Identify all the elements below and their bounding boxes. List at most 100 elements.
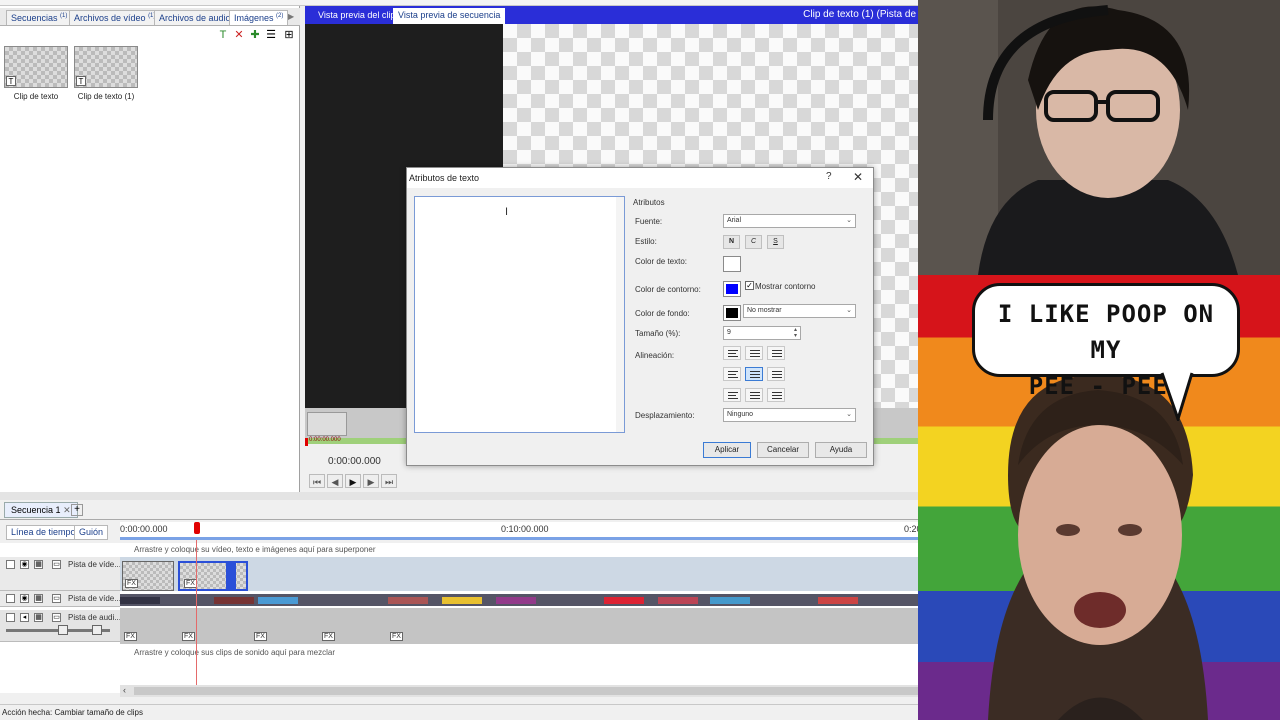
preview-tabs: Vista previa del clip Vista previa de se… (305, 6, 918, 24)
speaker-icon[interactable]: ◂ (20, 613, 29, 622)
tab-clip-preview[interactable]: Vista previa del clip (313, 8, 400, 24)
video-clip-strip[interactable] (388, 597, 428, 604)
track-effects-icon[interactable]: ▦ (34, 613, 43, 622)
close-tab-icon[interactable]: ✕ (63, 505, 71, 515)
list-view-icon[interactable]: ☰ (264, 28, 278, 42)
video-clip-strip[interactable] (496, 597, 536, 604)
underline-button[interactable]: S (767, 235, 784, 249)
tab-sequences[interactable]: Secuencias (1) (6, 10, 73, 25)
add-text-icon[interactable]: T (216, 28, 230, 42)
tab-sequence-preview[interactable]: Vista previa de secuencia (393, 8, 506, 24)
font-label: Fuente: (635, 217, 663, 226)
align-middle-left-button[interactable] (723, 367, 741, 381)
thumbnail-view-icon[interactable]: ⊞ (282, 28, 296, 42)
timeline-playhead[interactable] (194, 522, 200, 534)
scroll-select[interactable]: Ninguno ⌄ (723, 408, 856, 422)
help-icon[interactable]: ? (826, 171, 832, 182)
add-sequence-icon[interactable]: + (71, 504, 83, 516)
fx-badge[interactable]: FX (182, 632, 195, 641)
align-bottom-center-button[interactable] (745, 388, 763, 402)
video-clip-strip[interactable] (818, 597, 858, 604)
track-lock-icon[interactable]: ▭ (52, 560, 61, 569)
video-clip-strip[interactable] (442, 597, 482, 604)
video-clip-strip[interactable] (658, 597, 698, 604)
apply-button[interactable]: Aplicar (703, 442, 751, 458)
delete-icon[interactable]: ✕ (232, 28, 246, 42)
tab-sequence-1[interactable]: Secuencia 1 ✕ (4, 502, 78, 518)
tab-storyboard[interactable]: Guión (74, 525, 109, 540)
tab-images[interactable]: Imágenes (2) (229, 10, 289, 25)
timeline-ruler[interactable]: 0:00:00.000 0:10:00.000 0:20 (120, 522, 918, 540)
fx-badge[interactable]: FX (322, 632, 335, 641)
media-thumbnail[interactable]: T (74, 46, 138, 88)
bold-button[interactable]: N (723, 235, 740, 249)
track-lock-icon[interactable]: ▭ (52, 613, 61, 622)
scroll-left-icon[interactable]: ‹ (123, 685, 126, 695)
align-bottom-left-button[interactable] (723, 388, 741, 402)
text-clip[interactable]: FX (122, 561, 174, 591)
track-lock-icon[interactable]: ▭ (52, 594, 61, 603)
play-button[interactable]: ▶ (345, 474, 361, 488)
stepper-arrows-icon[interactable]: ▴ ▾ (794, 327, 797, 339)
video-clip-strip[interactable] (710, 597, 750, 604)
bg-color-label: Color de fondo: (635, 309, 690, 318)
cancel-button[interactable]: Cancelar (757, 442, 809, 458)
fx-badge[interactable]: FX (125, 579, 138, 588)
fx-badge[interactable]: FX (390, 632, 403, 641)
video-clip-strip[interactable] (258, 597, 298, 604)
sequence-tabs: Secuencia 1 ✕ + (0, 500, 918, 520)
media-thumbnail[interactable]: T (4, 46, 68, 88)
timeline-scrollbar-thumb[interactable] (134, 687, 918, 695)
video-clip-strip[interactable] (604, 597, 644, 604)
eye-icon[interactable]: ◉ (20, 560, 29, 569)
video-clip-strip[interactable] (120, 597, 160, 604)
text-input-area[interactable] (414, 196, 625, 433)
clip-trim-handle[interactable] (226, 563, 236, 589)
align-top-left-button[interactable] (723, 346, 741, 360)
track-header-video-1: ◉ ▦ ▭ Pista de víde... (0, 557, 121, 591)
track-effects-icon[interactable]: ▦ (34, 560, 43, 569)
fx-badge[interactable]: FX (254, 632, 267, 641)
tab-video-files[interactable]: Archivos de vídeo (1) (69, 10, 161, 25)
size-stepper[interactable]: 9 ▴ ▾ (723, 326, 801, 340)
align-top-center-button[interactable] (745, 346, 763, 360)
step-back-button[interactable]: ◀ (327, 474, 343, 488)
track-effects-icon[interactable]: ▦ (34, 594, 43, 603)
tab-timeline[interactable]: Línea de tiempo (6, 525, 81, 540)
bin-toolbar: T ✕ ✚ ☰ ⊞ (210, 28, 300, 44)
pan-slider-handle[interactable] (92, 625, 102, 635)
bg-color-swatch[interactable] (723, 305, 741, 321)
step-forward-button[interactable]: ▶ (363, 474, 379, 488)
fx-badge[interactable]: FX (124, 632, 137, 641)
font-select[interactable]: Arial ⌄ (723, 214, 856, 228)
eye-icon[interactable]: ◉ (20, 594, 29, 603)
track-checkbox[interactable] (6, 613, 15, 622)
go-end-button[interactable]: ⏭ (381, 474, 397, 488)
chevron-down-icon: ⌄ (846, 411, 852, 418)
tab-audio-files[interactable]: Archivos de audio (154, 10, 236, 25)
align-middle-right-button[interactable] (767, 367, 785, 381)
align-top-right-button[interactable] (767, 346, 785, 360)
help-button[interactable]: Ayuda (815, 442, 867, 458)
track-checkbox[interactable] (6, 560, 15, 569)
track-checkbox[interactable] (6, 594, 15, 603)
fx-badge[interactable]: FX (184, 579, 197, 588)
add-media-icon[interactable]: ✚ (248, 28, 262, 42)
tab-scroll-right-icon[interactable]: ▶ (288, 12, 294, 21)
align-bottom-right-button[interactable] (767, 388, 785, 402)
video-clip-strip[interactable] (214, 597, 254, 604)
outline-color-swatch[interactable] (723, 281, 741, 297)
bg-mode-select[interactable]: No mostrar ⌄ (743, 304, 856, 318)
go-start-button[interactable]: ⏮ (309, 474, 325, 488)
panel-splitter[interactable] (0, 492, 918, 500)
align-middle-center-button[interactable] (745, 367, 763, 381)
close-icon[interactable]: ✕ (853, 170, 863, 184)
selected-text-clip[interactable]: FX (178, 561, 248, 591)
text-clip-icon: T (76, 76, 86, 86)
textarea-scrollbar[interactable] (616, 197, 624, 432)
italic-button[interactable]: C (745, 235, 762, 249)
text-color-swatch[interactable] (723, 256, 741, 272)
volume-slider-handle[interactable] (58, 625, 68, 635)
show-outline-checkbox[interactable]: ✓ (745, 281, 754, 290)
audio-track-lane[interactable] (120, 608, 918, 644)
